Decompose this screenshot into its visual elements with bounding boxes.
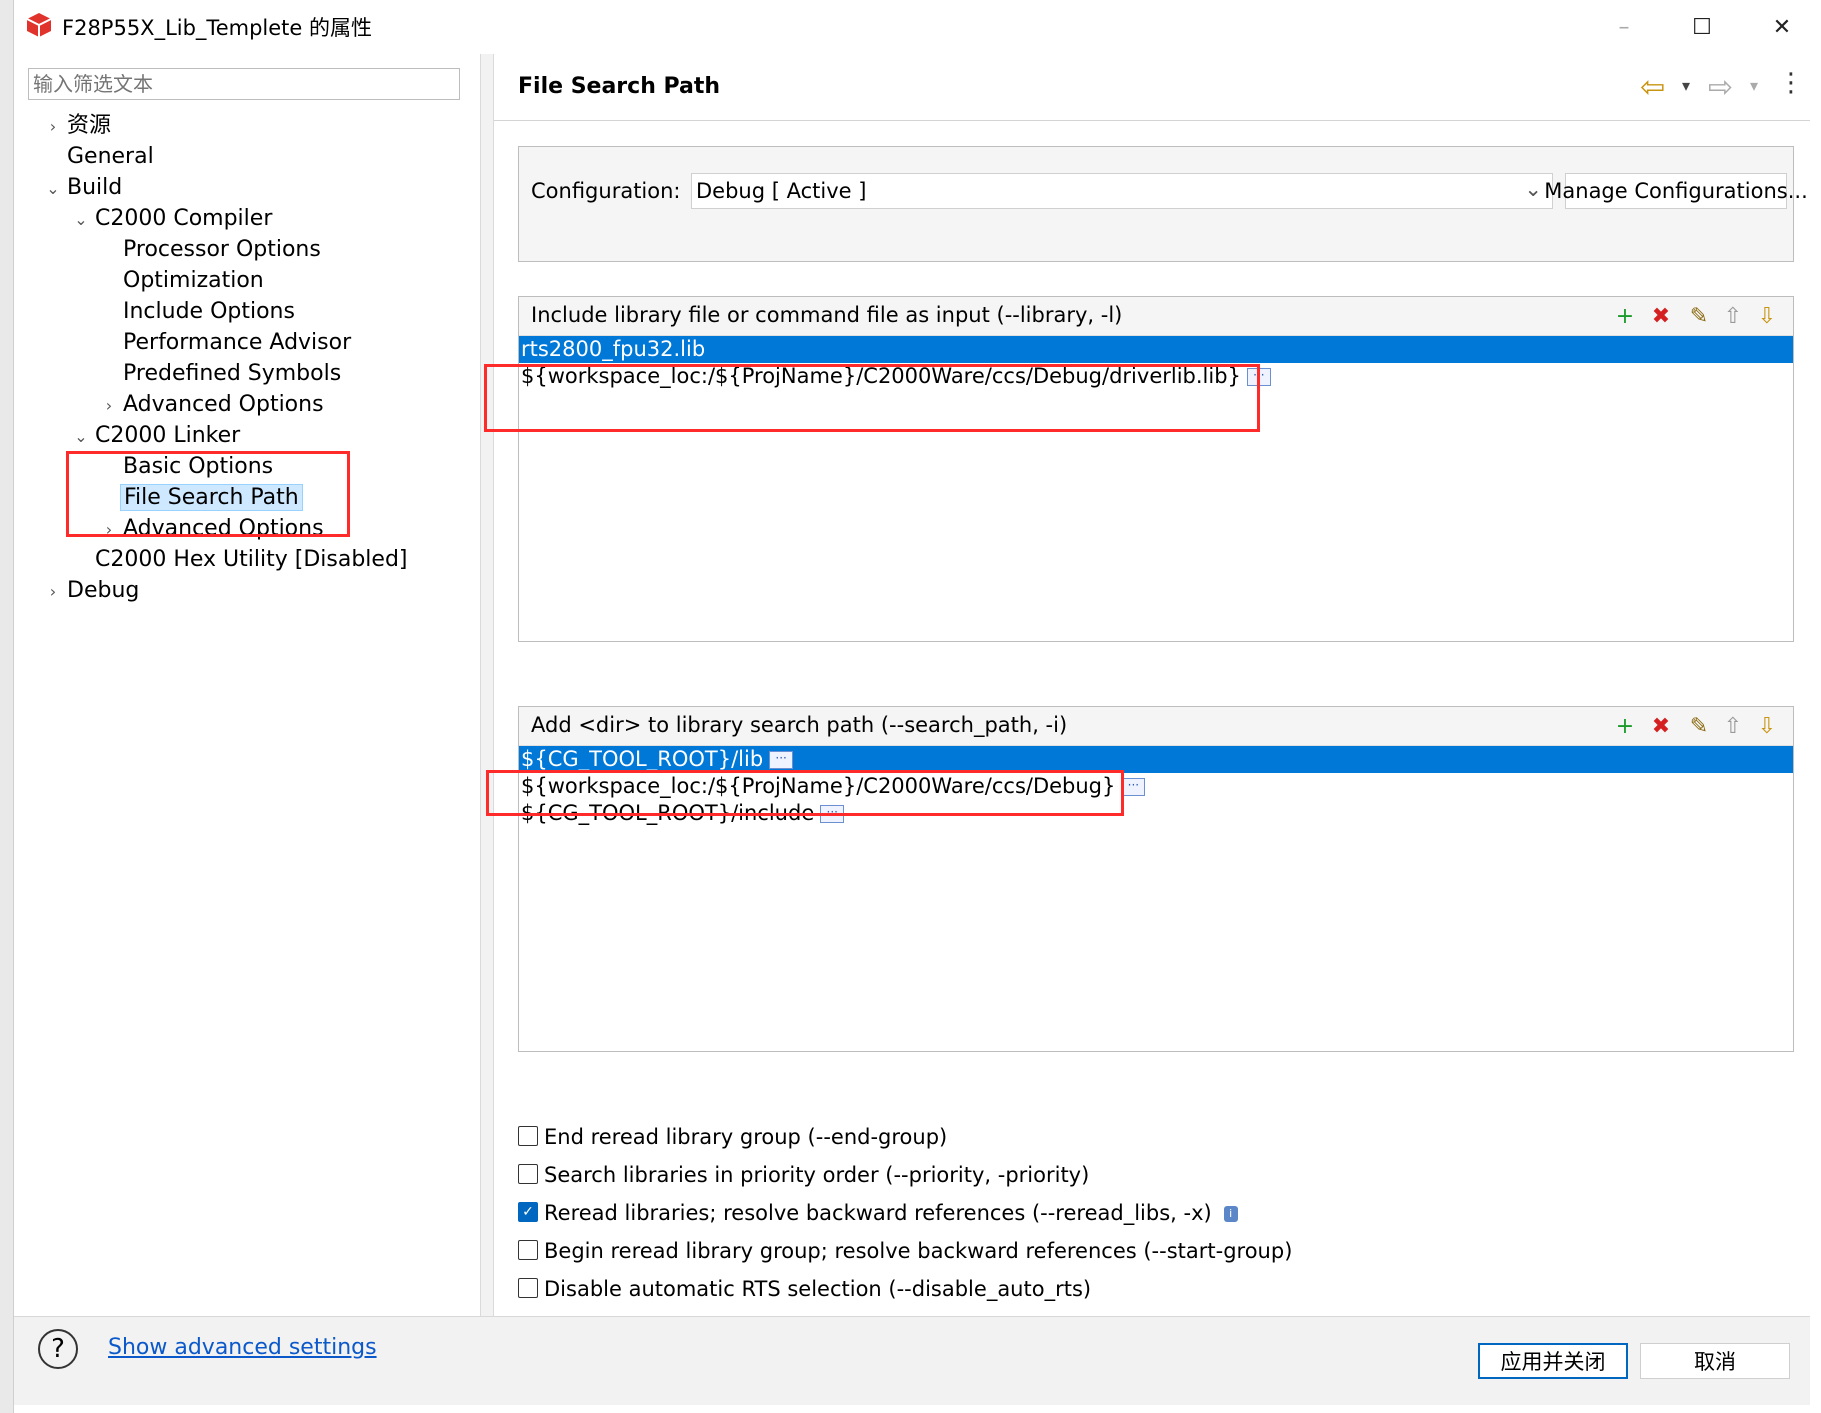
app-cube-icon [26,13,52,37]
reread-libs-option[interactable]: ✓ Reread libraries; resolve backward refe… [518,1198,1238,1228]
checkbox[interactable] [518,1278,538,1298]
dialog-footer: ? Show advanced settings 应用并关闭 取消 [14,1316,1810,1405]
chevron-right-icon[interactable]: › [42,111,64,142]
configuration-group: Configuration: Debug [ Active ] ⌄ Manage… [518,146,1808,262]
maximize-button[interactable]: ☐ [1670,6,1734,48]
cancel-button[interactable]: 取消 [1640,1343,1790,1379]
apply-and-close-button[interactable]: 应用并关闭 [1478,1343,1628,1379]
panel-splitter[interactable] [480,54,494,1316]
tree-item-c2000-compiler[interactable]: ⌄ C2000 Compiler [70,203,275,234]
tree-item-predefined-symbols[interactable]: Predefined Symbols [98,358,344,389]
search-path-header: Add <dir> to library search path (--sear… [531,713,1068,737]
chevron-right-icon[interactable]: › [42,576,64,607]
chevron-down-icon[interactable]: ⌄ [70,204,92,235]
tree-item-include-options[interactable]: Include Options [98,296,298,327]
delete-icon[interactable]: ✖ [1647,303,1675,331]
annotation-red-box [484,364,1260,432]
minimize-button[interactable]: – [1592,6,1656,48]
forward-history-dropdown[interactable]: ▾ [1750,76,1758,95]
add-icon[interactable]: + [1611,713,1639,741]
tree-item-general[interactable]: General [42,141,157,172]
manage-configurations-button[interactable]: Manage Configurations... [1544,173,1808,209]
list-item[interactable]: rts2800_fpu32.lib [519,336,1793,363]
chevron-down-icon[interactable]: ⌄ [42,173,64,204]
title-separator [494,120,1810,121]
move-down-icon[interactable]: ⇩ [1753,303,1781,331]
chevron-right-icon[interactable]: › [98,390,120,421]
settings-page: File Search Path ⇦ ▾ ⇨ ▾ ⋮ Configuration… [484,54,1810,1316]
view-menu-icon[interactable]: ⋮ [1778,68,1804,98]
chevron-down-icon: ⌄ [1524,177,1542,201]
annotation-red-box [486,770,1124,816]
move-down-icon[interactable]: ⇩ [1753,713,1781,741]
tree-item-build[interactable]: ⌄ Build [42,172,125,203]
tree-item-performance-advisor[interactable]: Performance Advisor [98,327,354,358]
start-group-option[interactable]: Begin reread library group; resolve back… [518,1236,1292,1266]
tree-item-compiler-advanced-options[interactable]: › Advanced Options [98,389,327,420]
edit-icon[interactable]: ✎ [1685,303,1713,331]
title-bar: F28P55X_Lib_Templete 的属性 – ☐ ✕ [14,0,1810,54]
back-arrow-icon[interactable]: ⇦ [1640,70,1665,105]
checkbox[interactable] [518,1126,538,1146]
edit-icon[interactable]: ✎ [1685,713,1713,741]
disable-auto-rts-option[interactable]: Disable automatic RTS selection (--disab… [518,1274,1091,1304]
tree-item-c2000-linker[interactable]: ⌄ C2000 Linker [70,420,243,451]
more-icon[interactable]: ··· [1121,778,1146,796]
close-button[interactable]: ✕ [1750,6,1814,48]
help-icon[interactable]: ? [38,1329,78,1369]
tree-item-debug[interactable]: › Debug [42,575,142,606]
checkbox[interactable] [518,1240,538,1260]
library-list-header: Include library file or command file as … [531,303,1123,327]
tree-item-optimization[interactable]: Optimization [98,265,267,296]
properties-dialog: F28P55X_Lib_Templete 的属性 – ☐ ✕ ›资源 Gener… [14,0,1810,1405]
filter-input[interactable] [28,68,460,100]
configuration-value: Debug [ Active ] [696,179,867,203]
end-group-option[interactable]: End reread library group (--end-group) [518,1122,947,1152]
tree-item-c2000-hex-utility[interactable]: C2000 Hex Utility [Disabled] [70,544,411,575]
navigation-panel: ›资源 General ⌄Build ⌄C2000 Compiler Proce… [14,54,480,1316]
library-list-group: Include library file or command file as … [518,296,1794,642]
annotation-red-box [66,451,350,537]
tree-item-resources[interactable]: › 资源 [42,110,114,141]
priority-option[interactable]: Search libraries in priority order (--pr… [518,1160,1089,1190]
move-up-icon[interactable]: ⇧ [1719,713,1747,741]
window-title: F28P55X_Lib_Templete 的属性 [62,16,372,40]
page-title: File Search Path [518,74,721,99]
configuration-label: Configuration: [531,179,681,203]
configuration-select[interactable]: Debug [ Active ] ⌄ [691,173,1553,209]
move-up-icon[interactable]: ⇧ [1719,303,1747,331]
back-history-dropdown[interactable]: ▾ [1682,76,1690,95]
more-icon[interactable]: ··· [769,751,794,769]
background-window-edge [0,0,14,1413]
chevron-down-icon[interactable]: ⌄ [70,421,92,452]
add-icon[interactable]: + [1611,303,1639,331]
checkbox[interactable] [518,1164,538,1184]
delete-icon[interactable]: ✖ [1647,713,1675,741]
show-advanced-settings-link[interactable]: Show advanced settings [108,1335,377,1360]
forward-arrow-icon[interactable]: ⇨ [1708,70,1733,105]
info-icon[interactable]: i [1223,1206,1238,1222]
tree-item-processor-options[interactable]: Processor Options [98,234,324,265]
checkbox-checked[interactable]: ✓ [518,1202,538,1222]
search-path-group: Add <dir> to library search path (--sear… [518,706,1794,1052]
list-item[interactable]: ${CG_TOOL_ROOT}/lib ··· [519,746,1793,773]
